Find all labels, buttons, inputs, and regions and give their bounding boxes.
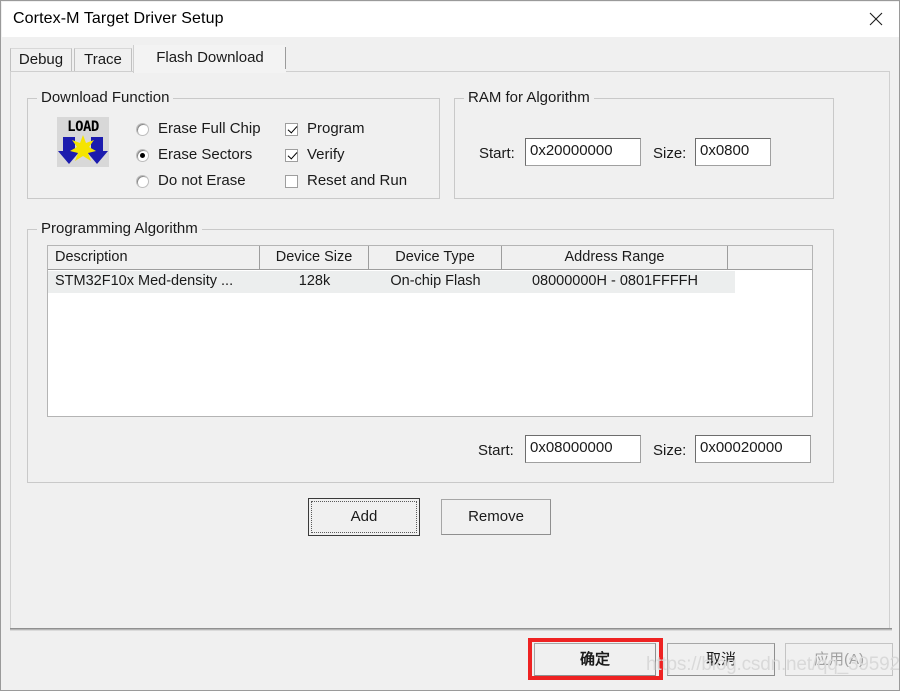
apply-button-label: 应用(A)	[814, 651, 864, 668]
programming-algorithm-title: Programming Algorithm	[37, 220, 202, 237]
add-button[interactable]: Add	[308, 498, 420, 536]
cell-device-type: On-chip Flash	[390, 273, 481, 289]
column-header-device-size[interactable]: Device Size	[260, 246, 369, 270]
radio-do-not-erase-mark	[136, 175, 149, 188]
load-arrows-icon	[58, 135, 108, 164]
tab-debug-label: Debug	[18, 51, 64, 68]
window-title: Cortex-M Target Driver Setup	[13, 10, 224, 27]
tab-strip: Debug Trace Flash Download	[10, 45, 892, 73]
checkbox-reset-and-run-mark	[285, 175, 298, 188]
tab-trace[interactable]: Trace	[74, 48, 132, 71]
column-header-address-range[interactable]: Address Range	[502, 246, 728, 270]
download-function-title: Download Function	[37, 89, 174, 106]
column-header-description[interactable]: Description	[48, 246, 260, 270]
ok-button-label: 确定	[579, 651, 610, 668]
add-button-focus-ring	[311, 501, 417, 533]
flash-start-input[interactable]: 0x08000000	[525, 435, 641, 463]
load-icon: LOAD	[57, 117, 109, 167]
apply-button: 应用(A)	[785, 643, 893, 676]
tab-flash-download[interactable]: Flash Download	[133, 45, 286, 73]
radio-erase-full-chip-mark	[136, 123, 149, 136]
programming-algorithm-table[interactable]: Description Device Size Device Type Addr…	[47, 245, 813, 417]
checkbox-reset-and-run-label: Reset and Run	[307, 172, 408, 189]
tab-debug[interactable]: Debug	[10, 48, 72, 71]
title-bar: Cortex-M Target Driver Setup	[2, 2, 899, 37]
checkbox-program-label: Program	[307, 120, 365, 137]
cell-address-range: 08000000H - 0801FFFFH	[531, 273, 699, 289]
load-icon-text: LOAD	[67, 119, 99, 135]
tab-flash-download-label: Flash Download	[156, 49, 264, 66]
flash-size-input[interactable]: 0x00020000	[695, 435, 811, 463]
flash-start-label: Start:	[478, 442, 514, 459]
radio-erase-full-chip-label: Erase Full Chip	[158, 120, 261, 137]
radio-erase-sectors-mark	[136, 149, 149, 162]
ok-button[interactable]: 确定	[534, 643, 656, 676]
radio-erase-sectors-label: Erase Sectors	[158, 146, 253, 163]
radio-do-not-erase-label: Do not Erase	[158, 172, 246, 189]
cortex-m-target-driver-setup-dialog: Cortex-M Target Driver Setup Debug Trace…	[0, 0, 900, 691]
checkbox-verify-mark	[285, 149, 298, 162]
remove-button-label: Remove	[468, 508, 524, 525]
cancel-button-label: 取消	[705, 651, 736, 668]
ram-start-label: Start:	[479, 145, 515, 162]
close-icon	[869, 12, 883, 26]
tab-trace-label: Trace	[84, 51, 122, 68]
ram-size-label: Size:	[653, 145, 687, 162]
column-header-device-type[interactable]: Device Type	[369, 246, 502, 270]
ram-size-input[interactable]: 0x0800	[695, 138, 771, 166]
cancel-button[interactable]: 取消	[667, 643, 775, 676]
cell-device-size: 128k	[298, 273, 331, 289]
table-header-row: Description Device Size Device Type Addr…	[48, 246, 812, 270]
table-row[interactable]: STM32F10x Med-density ... 128k On-chip F…	[48, 271, 735, 293]
close-button[interactable]	[854, 2, 899, 37]
remove-button[interactable]: Remove	[441, 499, 551, 535]
checkbox-verify-label: Verify	[307, 146, 345, 163]
flash-size-label: Size:	[653, 442, 687, 459]
ram-start-input[interactable]: 0x20000000	[525, 138, 641, 166]
checkbox-program-mark	[285, 123, 298, 136]
tab-page-bottom-separator	[10, 628, 892, 631]
ram-for-algorithm-title: RAM for Algorithm	[464, 89, 594, 106]
column-header-empty[interactable]	[728, 246, 812, 270]
cell-description: STM32F10x Med-density ...	[55, 273, 234, 289]
